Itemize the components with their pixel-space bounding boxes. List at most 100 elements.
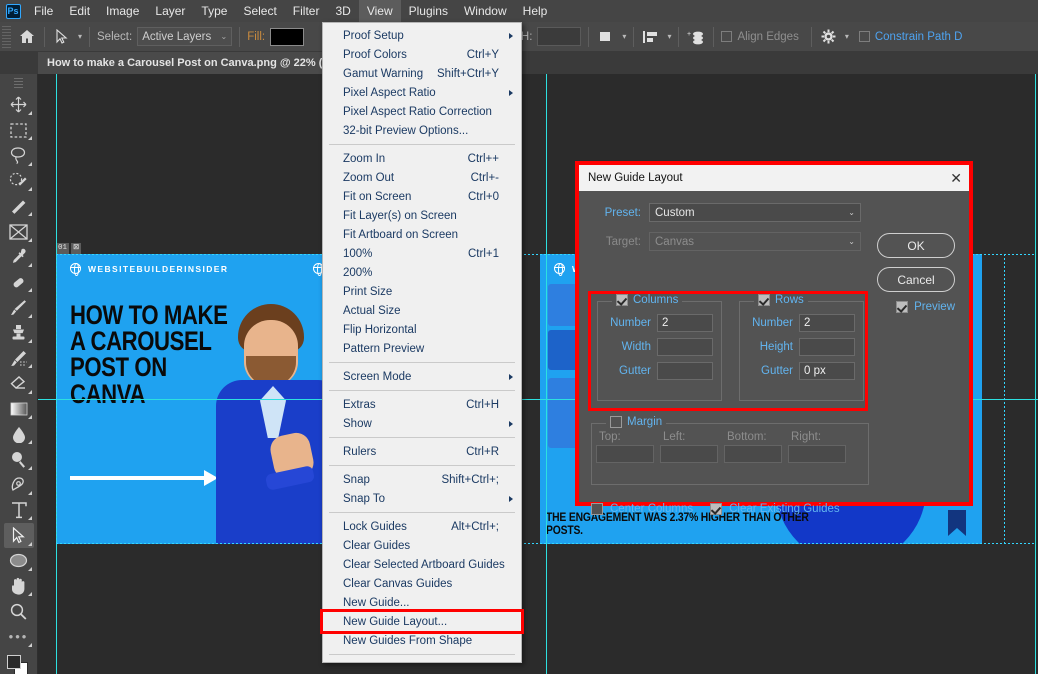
menu-item-pattern-preview[interactable]: Pattern Preview	[323, 339, 521, 358]
path-alignment-icon[interactable]	[641, 27, 661, 47]
menu-item-fit-artboard-on-screen[interactable]: Fit Artboard on Screen	[323, 225, 521, 244]
menu-item-show[interactable]: Show	[323, 414, 521, 433]
close-icon[interactable]: ✕	[950, 171, 962, 185]
document-tab[interactable]: How to make a Carousel Post on Canva.png…	[38, 52, 333, 74]
menu-item-fit-layer-s-on-screen[interactable]: Fit Layer(s) on Screen	[323, 206, 521, 225]
columns-width-input[interactable]	[657, 338, 713, 356]
menu-item-new-guide[interactable]: New Guide...	[323, 593, 521, 612]
rows-number-input[interactable]: 2	[799, 314, 855, 332]
pen-tool[interactable]	[4, 473, 34, 497]
path-selection-icon[interactable]	[52, 27, 72, 47]
menu-item-print-size[interactable]: Print Size	[323, 282, 521, 301]
vertical-guide-center[interactable]	[546, 74, 547, 674]
menu-layer[interactable]: Layer	[147, 0, 193, 22]
menu-edit[interactable]: Edit	[61, 0, 98, 22]
margin-right-input[interactable]	[788, 445, 846, 463]
menu-image[interactable]: Image	[98, 0, 147, 22]
preset-dropdown[interactable]: Custom ⌄	[649, 203, 861, 222]
columns-checkbox[interactable]	[616, 294, 628, 306]
home-icon[interactable]	[17, 27, 37, 47]
menu-3d[interactable]: 3D	[327, 0, 358, 22]
menu-item-zoom-in[interactable]: Zoom In Ctrl++	[323, 149, 521, 168]
menu-item-proof-colors[interactable]: Proof Colors Ctrl+Y	[323, 45, 521, 64]
hand-tool[interactable]	[4, 574, 34, 598]
preview-checkbox[interactable]	[896, 301, 909, 313]
frame-tool[interactable]	[4, 219, 34, 243]
ellipse-tool[interactable]	[4, 549, 34, 573]
ok-button[interactable]: OK	[877, 233, 955, 258]
menu-plugins[interactable]: Plugins	[401, 0, 456, 22]
move-tool[interactable]	[4, 93, 34, 117]
spot-healing-brush-tool[interactable]	[4, 270, 34, 294]
menu-item-new-guides-from-shape[interactable]: New Guides From Shape	[323, 631, 521, 650]
gear-chevron-icon[interactable]: ▾	[845, 32, 849, 41]
menu-item-proof-setup[interactable]: Proof Setup	[323, 26, 521, 45]
menu-item-pixel-aspect-ratio[interactable]: Pixel Aspect Ratio	[323, 83, 521, 102]
blur-tool[interactable]	[4, 422, 34, 446]
menu-item-gamut-warning[interactable]: Gamut Warning Shift+Ctrl+Y	[323, 64, 521, 83]
vertical-guide-right[interactable]	[1035, 74, 1036, 674]
gradient-tool[interactable]	[4, 397, 34, 421]
menu-item-flip-horizontal[interactable]: Flip Horizontal	[323, 320, 521, 339]
menu-item-32-bit-preview-options[interactable]: 32-bit Preview Options...	[323, 121, 521, 140]
rows-gutter-input[interactable]: 0 px	[799, 362, 855, 380]
menu-item-rulers[interactable]: Rulers Ctrl+R	[323, 442, 521, 461]
menu-item-lock-guides[interactable]: Lock Guides Alt+Ctrl+;	[323, 517, 521, 536]
path-alignment-chevron-icon[interactable]: ▾	[667, 32, 671, 41]
gear-icon[interactable]	[819, 27, 839, 47]
options-bar-grip[interactable]	[2, 25, 11, 48]
menu-item-clear-guides[interactable]: Clear Guides	[323, 536, 521, 555]
type-tool[interactable]	[4, 498, 34, 522]
margin-top-input[interactable]	[596, 445, 654, 463]
menu-item-clear-canvas-guides[interactable]: Clear Canvas Guides	[323, 574, 521, 593]
zoom-tool[interactable]	[4, 599, 34, 623]
menu-view[interactable]: View	[358, 0, 401, 22]
rows-height-input[interactable]	[799, 338, 855, 356]
fill-color-swatch[interactable]	[270, 27, 305, 46]
path-operations-chevron-icon[interactable]: ▾	[622, 32, 626, 41]
select-dropdown[interactable]: Active Layers ⌄	[137, 27, 233, 46]
tools-panel-grip[interactable]	[14, 78, 23, 90]
path-arrangement-icon[interactable]: +	[686, 27, 706, 47]
lasso-tool[interactable]	[4, 143, 34, 167]
crop-tool[interactable]	[4, 194, 34, 218]
menu-item-extras[interactable]: Extras Ctrl+H	[323, 395, 521, 414]
clone-stamp-tool[interactable]	[4, 321, 34, 345]
margin-bottom-input[interactable]	[724, 445, 782, 463]
menu-window[interactable]: Window	[456, 0, 515, 22]
height-input[interactable]	[537, 27, 582, 46]
new-guide-layout-dialog[interactable]: New Guide Layout ✕ Preset: Custom ⌄ Targ…	[575, 161, 973, 515]
menu-item-snap-to[interactable]: Snap To	[323, 489, 521, 508]
menu-item-pixel-aspect-ratio-correction[interactable]: Pixel Aspect Ratio Correction	[323, 102, 521, 121]
clear-existing-guides-checkbox[interactable]	[710, 503, 723, 515]
constrain-path-checkbox[interactable]	[858, 31, 870, 42]
target-dropdown[interactable]: Canvas ⌄	[649, 232, 861, 251]
menu-file[interactable]: File	[26, 0, 61, 22]
tool-preset-chevron-icon[interactable]: ▾	[78, 32, 82, 41]
columns-number-input[interactable]: 2	[657, 314, 713, 332]
menu-item-screen-mode[interactable]: Screen Mode	[323, 367, 521, 386]
center-columns-checkbox[interactable]	[591, 503, 603, 515]
eyedropper-tool[interactable]	[4, 245, 34, 269]
menu-help[interactable]: Help	[515, 0, 556, 22]
foreground-background-color-swatches[interactable]	[6, 654, 32, 674]
columns-gutter-input[interactable]	[657, 362, 713, 380]
cancel-button[interactable]: Cancel	[877, 267, 955, 292]
menu-type[interactable]: Type	[193, 0, 235, 22]
menu-item-zoom-out[interactable]: Zoom Out Ctrl+-	[323, 168, 521, 187]
menu-item-actual-size[interactable]: Actual Size	[323, 301, 521, 320]
menu-item-snap[interactable]: Snap Shift+Ctrl+;	[323, 470, 521, 489]
rows-checkbox[interactable]	[758, 294, 770, 306]
brush-tool[interactable]	[4, 295, 34, 319]
object-selection-tool[interactable]	[4, 169, 34, 193]
path-selection-tool[interactable]	[3, 523, 34, 548]
menu-item-200[interactable]: 200%	[323, 263, 521, 282]
menu-select[interactable]: Select	[235, 0, 284, 22]
margin-left-input[interactable]	[660, 445, 718, 463]
margin-checkbox[interactable]	[610, 416, 622, 428]
eraser-tool[interactable]	[4, 371, 34, 395]
foreground-color-swatch[interactable]	[6, 654, 21, 669]
dodge-tool[interactable]	[4, 447, 34, 471]
menu-item-100[interactable]: 100% Ctrl+1	[323, 244, 521, 263]
view-menu-dropdown[interactable]: Proof Setup Proof Colors Ctrl+Y Gamut Warni…	[320, 22, 524, 663]
